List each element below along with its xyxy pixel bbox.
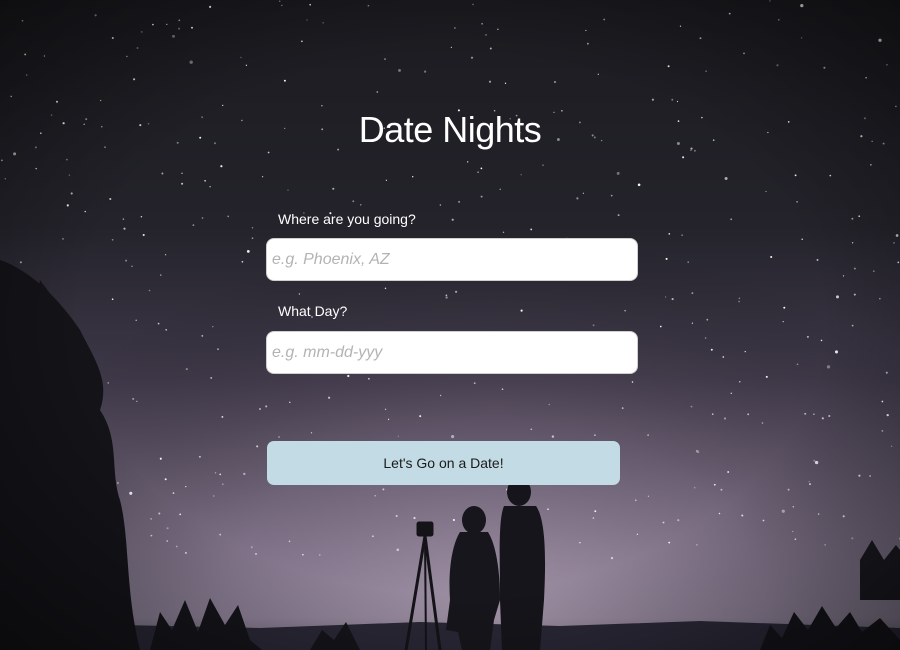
date-label: What Day? bbox=[278, 303, 348, 319]
page-title: Date Nights bbox=[358, 109, 542, 150]
submit-button[interactable]: Let's Go on a Date! bbox=[267, 441, 620, 485]
date-input[interactable] bbox=[266, 331, 638, 374]
destination-label: Where are you going? bbox=[278, 211, 416, 227]
destination-input[interactable] bbox=[266, 238, 638, 281]
search-panel: Date Nights Where are you going? What Da… bbox=[0, 0, 900, 650]
